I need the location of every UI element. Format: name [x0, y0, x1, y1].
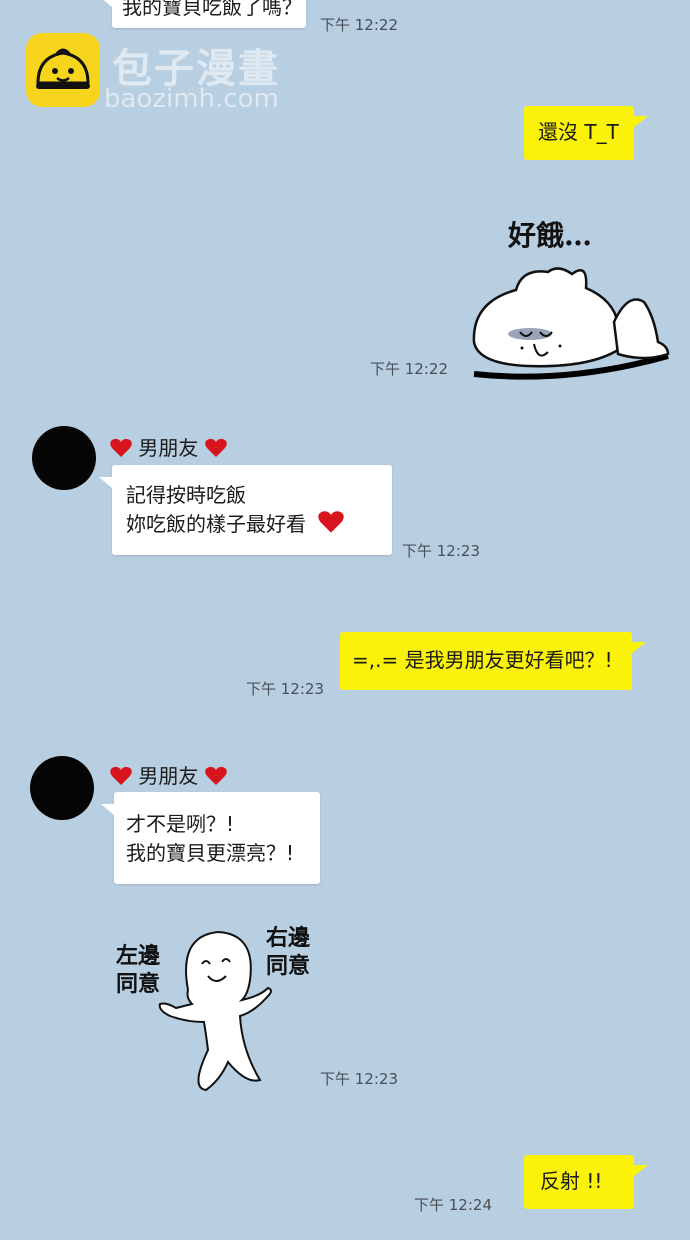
message-time: 下午 12:23	[402, 542, 480, 560]
message-bubble-outgoing[interactable]: =,.= 是我男朋友更好看吧？!	[340, 632, 646, 690]
message-line-text: 妳吃飯的樣子最好看	[126, 512, 306, 536]
message-time: 下午 12:22	[370, 360, 448, 378]
message-time: 下午 12:22	[320, 16, 398, 34]
sender-name-text: 男朋友	[138, 764, 199, 788]
sender-name: 男朋友	[110, 432, 227, 461]
message-text: 反射 !!	[540, 1169, 603, 1193]
message-line: 妳吃飯的樣子最好看	[126, 510, 378, 539]
message-bubble-incoming[interactable]: 才不是咧？! 我的寶貝更漂亮？!	[101, 792, 320, 884]
logo-icon	[26, 33, 100, 107]
message-text: 我的寶貝吃飯了嗎？	[122, 0, 302, 19]
heart-icon	[110, 766, 132, 785]
sticker-bun-icon	[472, 267, 670, 380]
avatar[interactable]	[30, 756, 94, 820]
heart-icon	[204, 438, 227, 457]
avatar[interactable]	[32, 426, 96, 490]
message-time: 下午 12:24	[414, 1196, 492, 1214]
message-bubble-outgoing[interactable]: 反射 !!	[524, 1155, 648, 1209]
heart-icon	[318, 511, 345, 533]
message-line: 我的寶貝更漂亮？!	[126, 841, 295, 865]
message-time: 下午 12:23	[246, 680, 324, 698]
sender-name-text: 男朋友	[138, 436, 199, 460]
message-line: 才不是咧？!	[126, 812, 235, 836]
sticker-caption: 好餓…	[508, 219, 593, 252]
message-line: 記得按時吃飯	[126, 483, 246, 507]
message-time: 下午 12:23	[320, 1070, 398, 1088]
message-bubble-incoming[interactable]: 記得按時吃飯 妳吃飯的樣子最好看	[99, 465, 392, 555]
sender-name: 男朋友	[110, 760, 227, 789]
sticker-ghost-icon	[158, 930, 272, 1092]
heart-icon	[110, 438, 132, 457]
heart-icon	[204, 766, 227, 785]
message-bubble-outgoing[interactable]: 還沒 T_T	[524, 106, 648, 160]
message-text: 還沒 T_T	[538, 120, 619, 144]
watermark-url: baozimh.com	[104, 84, 279, 114]
message-text: =,.= 是我男朋友更好看吧？!	[352, 648, 613, 672]
message-bubble-incoming[interactable]: 我的寶貝吃飯了嗎？	[99, 0, 306, 28]
